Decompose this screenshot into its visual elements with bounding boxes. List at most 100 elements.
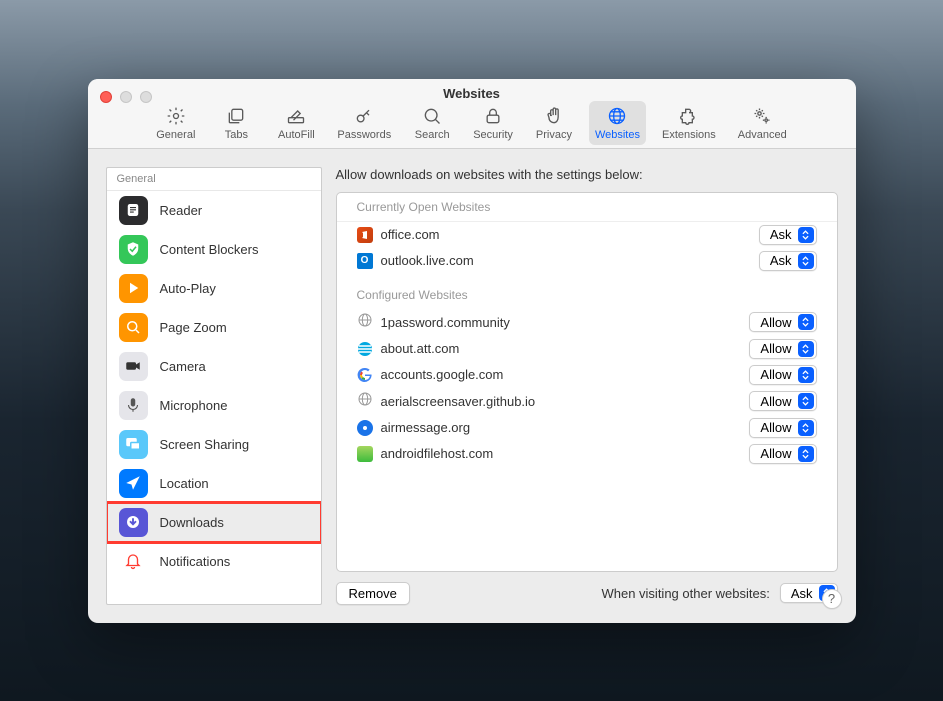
magnify-icon bbox=[422, 105, 442, 127]
minimize-window-button[interactable] bbox=[120, 91, 132, 103]
sidebar-item-location[interactable]: Location bbox=[107, 464, 321, 503]
toolbar-label: Extensions bbox=[662, 129, 716, 141]
site-policy-select[interactable]: Allow bbox=[749, 365, 816, 385]
main-panel: Allow downloads on websites with the set… bbox=[336, 167, 838, 605]
arrow-icon bbox=[119, 469, 148, 498]
pencil-icon bbox=[286, 105, 306, 127]
toolbar-tab-autofill[interactable]: AutoFill bbox=[271, 101, 321, 145]
site-policy-value: Allow bbox=[760, 420, 791, 435]
site-name: office.com bbox=[381, 227, 751, 242]
categories-sidebar: General Reader Content Blockers Auto-Pla… bbox=[106, 167, 322, 605]
chevron-updown-icon bbox=[798, 446, 814, 462]
site-favicon bbox=[357, 312, 373, 333]
toolbar-label: Websites bbox=[595, 129, 640, 141]
toolbar-tab-general[interactable]: General bbox=[150, 101, 201, 145]
sidebar-item-label: Content Blockers bbox=[160, 242, 259, 257]
site-policy-value: Allow bbox=[760, 446, 791, 461]
site-policy-value: Allow bbox=[760, 394, 791, 409]
titlebar: Websites General Tabs AutoFill Passwords… bbox=[88, 79, 856, 149]
site-favicon bbox=[357, 367, 373, 383]
site-row[interactable]: O outlook.live.com Ask bbox=[337, 248, 837, 274]
site-policy-select[interactable]: Allow bbox=[749, 312, 816, 332]
site-favicon bbox=[357, 420, 373, 436]
site-policy-value: Allow bbox=[760, 367, 791, 382]
zoom-icon bbox=[119, 313, 148, 342]
content-area: General Reader Content Blockers Auto-Pla… bbox=[88, 149, 856, 623]
sidebar-item-microphone[interactable]: Microphone bbox=[107, 386, 321, 425]
site-row[interactable]: accounts.google.com Allow bbox=[337, 362, 837, 388]
key-icon bbox=[354, 105, 374, 127]
toolbar-label: Tabs bbox=[225, 129, 248, 141]
sidebar-item-label: Microphone bbox=[160, 398, 228, 413]
preferences-toolbar: General Tabs AutoFill Passwords Search S… bbox=[88, 101, 856, 150]
toolbar-label: AutoFill bbox=[278, 129, 315, 141]
close-window-button[interactable] bbox=[100, 91, 112, 103]
sidebar-item-reader[interactable]: Reader bbox=[107, 191, 321, 230]
site-favicon bbox=[357, 341, 373, 357]
panel-heading: Allow downloads on websites with the set… bbox=[336, 167, 838, 182]
site-row[interactable]: about.att.com Allow bbox=[337, 336, 837, 362]
sidebar-item-page-zoom[interactable]: Page Zoom bbox=[107, 308, 321, 347]
toolbar-tab-passwords[interactable]: Passwords bbox=[331, 101, 397, 145]
remove-button[interactable]: Remove bbox=[336, 582, 410, 605]
site-name: accounts.google.com bbox=[381, 367, 742, 382]
site-policy-value: Allow bbox=[760, 315, 791, 330]
reader-icon bbox=[119, 196, 148, 225]
lock-icon bbox=[483, 105, 503, 127]
site-name: about.att.com bbox=[381, 341, 742, 356]
toolbar-label: Advanced bbox=[738, 129, 787, 141]
site-name: 1password.community bbox=[381, 315, 742, 330]
toolbar-tab-advanced[interactable]: Advanced bbox=[732, 101, 793, 145]
toolbar-tab-tabs[interactable]: Tabs bbox=[211, 101, 261, 145]
sidebar-item-auto-play[interactable]: Auto-Play bbox=[107, 269, 321, 308]
puzzle-icon bbox=[679, 105, 699, 127]
websites-list: Currently Open Websites office.com Ask O… bbox=[336, 192, 838, 572]
site-row[interactable]: aerialscreensaver.github.io Allow bbox=[337, 388, 837, 415]
site-policy-select[interactable]: Allow bbox=[749, 391, 816, 411]
chevron-updown-icon bbox=[798, 367, 814, 383]
site-name: outlook.live.com bbox=[381, 253, 751, 268]
site-favicon bbox=[357, 391, 373, 412]
shield-check-icon bbox=[119, 235, 148, 264]
site-policy-select[interactable]: Ask bbox=[759, 251, 817, 271]
toolbar-tab-search[interactable]: Search bbox=[407, 101, 457, 145]
default-policy-value: Ask bbox=[791, 586, 813, 601]
sidebar-item-content-blockers[interactable]: Content Blockers bbox=[107, 230, 321, 269]
site-policy-value: Allow bbox=[760, 341, 791, 356]
chevron-updown-icon bbox=[798, 227, 814, 243]
sidebar-item-label: Camera bbox=[160, 359, 206, 374]
site-name: aerialscreensaver.github.io bbox=[381, 394, 742, 409]
toolbar-label: Security bbox=[473, 129, 513, 141]
site-policy-select[interactable]: Allow bbox=[749, 418, 816, 438]
zoom-window-button[interactable] bbox=[140, 91, 152, 103]
site-name: androidfilehost.com bbox=[381, 446, 742, 461]
hand-icon bbox=[544, 105, 564, 127]
window-title: Websites bbox=[88, 79, 856, 101]
help-button[interactable]: ? bbox=[822, 589, 842, 609]
toolbar-tab-extensions[interactable]: Extensions bbox=[656, 101, 722, 145]
site-row[interactable]: airmessage.org Allow bbox=[337, 415, 837, 441]
sidebar-item-label: Location bbox=[160, 476, 209, 491]
sidebar-item-camera[interactable]: Camera bbox=[107, 347, 321, 386]
site-policy-select[interactable]: Allow bbox=[749, 444, 816, 464]
sidebar-item-label: Auto-Play bbox=[160, 281, 216, 296]
sidebar-item-notifications[interactable]: Notifications bbox=[107, 542, 321, 581]
sidebar-item-screen-sharing[interactable]: Screen Sharing bbox=[107, 425, 321, 464]
site-policy-select[interactable]: Allow bbox=[749, 339, 816, 359]
window-controls bbox=[100, 91, 152, 103]
toolbar-tab-privacy[interactable]: Privacy bbox=[529, 101, 579, 145]
sidebar-item-downloads[interactable]: Downloads bbox=[107, 503, 321, 542]
site-row[interactable]: office.com Ask bbox=[337, 222, 837, 248]
download-arrow-icon bbox=[119, 508, 148, 537]
site-favicon bbox=[357, 446, 373, 462]
sidebar-item-label: Downloads bbox=[160, 515, 224, 530]
site-favicon bbox=[357, 227, 373, 243]
site-policy-select[interactable]: Ask bbox=[759, 225, 817, 245]
toolbar-tab-security[interactable]: Security bbox=[467, 101, 519, 145]
site-row[interactable]: androidfilehost.com Allow bbox=[337, 441, 837, 467]
toolbar-tab-websites[interactable]: Websites bbox=[589, 101, 646, 145]
site-row[interactable]: 1password.community Allow bbox=[337, 309, 837, 336]
open-websites-header: Currently Open Websites bbox=[337, 193, 837, 222]
chevron-updown-icon bbox=[798, 314, 814, 330]
play-icon bbox=[119, 274, 148, 303]
